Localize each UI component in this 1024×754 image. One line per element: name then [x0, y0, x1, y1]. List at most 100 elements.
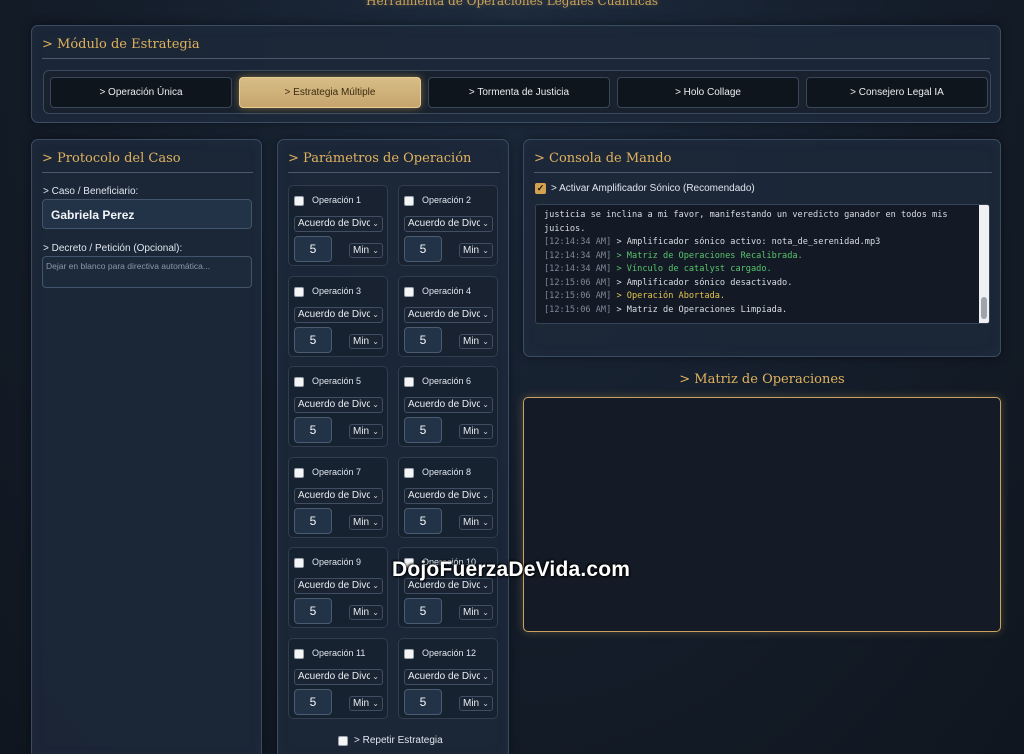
operation-unit-select[interactable]: Min ⌄ [349, 514, 383, 530]
log-timestamp: [12:15:06 AM] [544, 277, 612, 288]
operation-duration-input[interactable]: 5 [404, 236, 442, 262]
console-log-intro: justicia se inclina a mi favor, manifest… [544, 210, 948, 234]
operation-duration-input[interactable]: 5 [404, 326, 442, 353]
console-log-line: [12:14:34 AM] > Matriz de Operaciones Re… [544, 250, 975, 264]
operation-unit-select[interactable]: Min ⌄ [349, 243, 383, 258]
operation-type-select[interactable]: Acuerdo de Divc ⌄ [294, 306, 383, 323]
tab-operacion-unica[interactable]: > Operación Única [50, 77, 232, 108]
operation-unit-select[interactable]: Min ⌄ [349, 424, 383, 440]
command-console-panel: > Consola de Mando ✓ > Activar Amplifica… [523, 139, 1001, 357]
operation-unit-select[interactable]: Min ⌄ [459, 696, 493, 711]
operation-duration-input[interactable]: 5 [404, 507, 442, 534]
operation-unit-select[interactable]: Min ⌄ [459, 514, 493, 530]
operation-unit-select[interactable]: Min ⌄ [349, 605, 383, 621]
strategy-module-panel: > Módulo de Estrategia > Operación Única… [31, 25, 1001, 123]
operation-type-select[interactable]: Acuerdo de Divc ⌄ [404, 397, 493, 414]
amplifier-checkbox[interactable]: ✓ [535, 183, 546, 194]
operation-type-select[interactable]: Acuerdo de Divc ⌄ [294, 487, 383, 504]
operation-unit-value: Min [463, 245, 480, 256]
operation-type-select[interactable]: Acuerdo de Divc ⌄ [294, 578, 383, 595]
log-timestamp: [12:14:34 AM] [544, 237, 612, 247]
operation-unit-value: Min [463, 698, 480, 709]
chevron-down-icon: ⌄ [482, 608, 489, 618]
operation-checkbox[interactable] [294, 649, 304, 659]
log-timestamp: [12:14:34 AM] [544, 264, 612, 274]
chevron-down-icon: ⌄ [372, 608, 379, 618]
operation-unit-select[interactable]: Min ⌄ [459, 424, 493, 440]
operation-type-select[interactable]: Acuerdo de Divc ⌄ [404, 669, 493, 685]
operation-name: Operación 1 [312, 195, 362, 205]
operation-unit-select[interactable]: Min ⌄ [349, 333, 383, 349]
operation-card: Operación 8 Acuerdo de Divc ⌄ 5 Min ⌄ [398, 456, 498, 538]
operation-checkbox[interactable] [294, 196, 304, 206]
operation-duration-input[interactable]: 5 [294, 236, 332, 262]
operation-type-select[interactable]: Acuerdo de Divc ⌄ [294, 216, 383, 232]
repeat-strategy-checkbox[interactable] [338, 735, 348, 746]
console-scrollbar[interactable] [979, 205, 989, 323]
operation-duration-input[interactable]: 5 [404, 598, 442, 625]
operation-checkbox[interactable] [294, 377, 304, 388]
operation-type-value: Acuerdo de Divc [298, 671, 372, 682]
tab-estrategia-multiple[interactable]: > Estrategia Múltiple [239, 77, 421, 108]
operation-type-select[interactable]: Acuerdo de Divc ⌄ [404, 487, 493, 504]
operation-name: Operación 9 [312, 557, 362, 568]
operation-unit-select[interactable]: Min ⌄ [459, 243, 493, 258]
operation-unit-select[interactable]: Min ⌄ [459, 333, 493, 349]
operation-duration-input[interactable]: 5 [294, 507, 332, 534]
decree-textarea[interactable]: Dejar en blanco para directiva automátic… [42, 256, 252, 288]
beneficiary-input[interactable]: Gabriela Perez [42, 199, 252, 229]
log-timestamp: [12:15:06 AM] [544, 304, 612, 315]
operation-type-select[interactable]: Acuerdo de Divc ⌄ [294, 669, 383, 685]
tab-holo-collage[interactable]: > Holo Collage [617, 77, 799, 108]
chevron-down-icon: ⌄ [372, 336, 379, 346]
operation-checkbox[interactable] [294, 286, 304, 297]
operation-card: Operación 3 Acuerdo de Divc ⌄ 5 Min ⌄ [288, 275, 388, 357]
operation-duration-input[interactable]: 5 [294, 598, 332, 625]
operation-card: Operación 5 Acuerdo de Divc ⌄ 5 Min ⌄ [288, 366, 388, 448]
operation-unit-select[interactable]: Min ⌄ [349, 696, 383, 711]
case-protocol-title: > Protocolo del Caso [42, 151, 253, 173]
console-log[interactable]: justicia se inclina a mi favor, manifest… [535, 204, 990, 324]
operation-checkbox[interactable] [404, 286, 414, 297]
operation-checkbox[interactable] [294, 558, 304, 569]
chevron-down-icon: ⌄ [370, 217, 379, 231]
operation-unit-value: Min [463, 607, 480, 619]
operation-type-select[interactable]: Acuerdo de Divc ⌄ [294, 397, 383, 414]
operation-duration-input[interactable]: 5 [404, 417, 442, 444]
operations-matrix-canvas[interactable] [523, 397, 1001, 632]
console-scrollbar-thumb[interactable] [981, 297, 987, 319]
decree-label: > Decreto / Petición (Opcional): [43, 243, 183, 254]
operation-checkbox[interactable] [404, 196, 414, 206]
chevron-down-icon: ⌄ [370, 307, 379, 322]
log-message: > Operación Abortada. [616, 291, 726, 301]
command-console-title: > Consola de Mando [534, 151, 992, 173]
operation-checkbox[interactable] [404, 467, 414, 478]
repeat-strategy[interactable]: > Repetir Estrategia [338, 735, 443, 746]
operation-unit-select[interactable]: Min ⌄ [459, 605, 493, 621]
operation-unit-value: Min [463, 335, 480, 347]
operation-duration-input[interactable]: 5 [404, 689, 442, 715]
operation-duration-input[interactable]: 5 [294, 417, 332, 444]
operation-unit-value: Min [353, 426, 370, 438]
operation-parameters-panel: > Parámetros de Operación Operación 1 Acu… [277, 139, 509, 754]
tab-tormenta-de-justicia[interactable]: > Tormenta de Justicia [428, 77, 610, 108]
tab-consejero-legal-ia[interactable]: > Consejero Legal IA [806, 77, 988, 108]
operation-type-select[interactable]: Acuerdo de Divc ⌄ [404, 216, 493, 232]
operation-duration-input[interactable]: 5 [294, 689, 332, 715]
operation-type-value: Acuerdo de Divc [298, 399, 372, 411]
operation-type-value: Acuerdo de Divc [298, 489, 372, 501]
amplifier-toggle[interactable]: ✓ > Activar Amplificador Sónico (Recomen… [535, 183, 755, 194]
operation-card: Operación 4 Acuerdo de Divc ⌄ 5 Min ⌄ [398, 275, 498, 357]
operation-duration-input[interactable]: 5 [294, 326, 332, 353]
operation-checkbox[interactable] [404, 649, 414, 659]
operation-card: Operación 9 Acuerdo de Divc ⌄ 5 Min ⌄ [288, 547, 388, 629]
operation-card: Operación 2 Acuerdo de Divc ⌄ 5 Min ⌄ [398, 185, 498, 266]
log-timestamp: [12:15:06 AM] [544, 291, 612, 301]
operation-checkbox[interactable] [404, 377, 414, 388]
operation-unit-value: Min [353, 335, 370, 347]
chevron-down-icon: ⌄ [482, 336, 489, 346]
operation-type-value: Acuerdo de Divc [408, 671, 482, 682]
operation-type-select[interactable]: Acuerdo de Divc ⌄ [404, 306, 493, 323]
operation-checkbox[interactable] [294, 467, 304, 478]
operation-type-value: Acuerdo de Divc [408, 218, 482, 229]
